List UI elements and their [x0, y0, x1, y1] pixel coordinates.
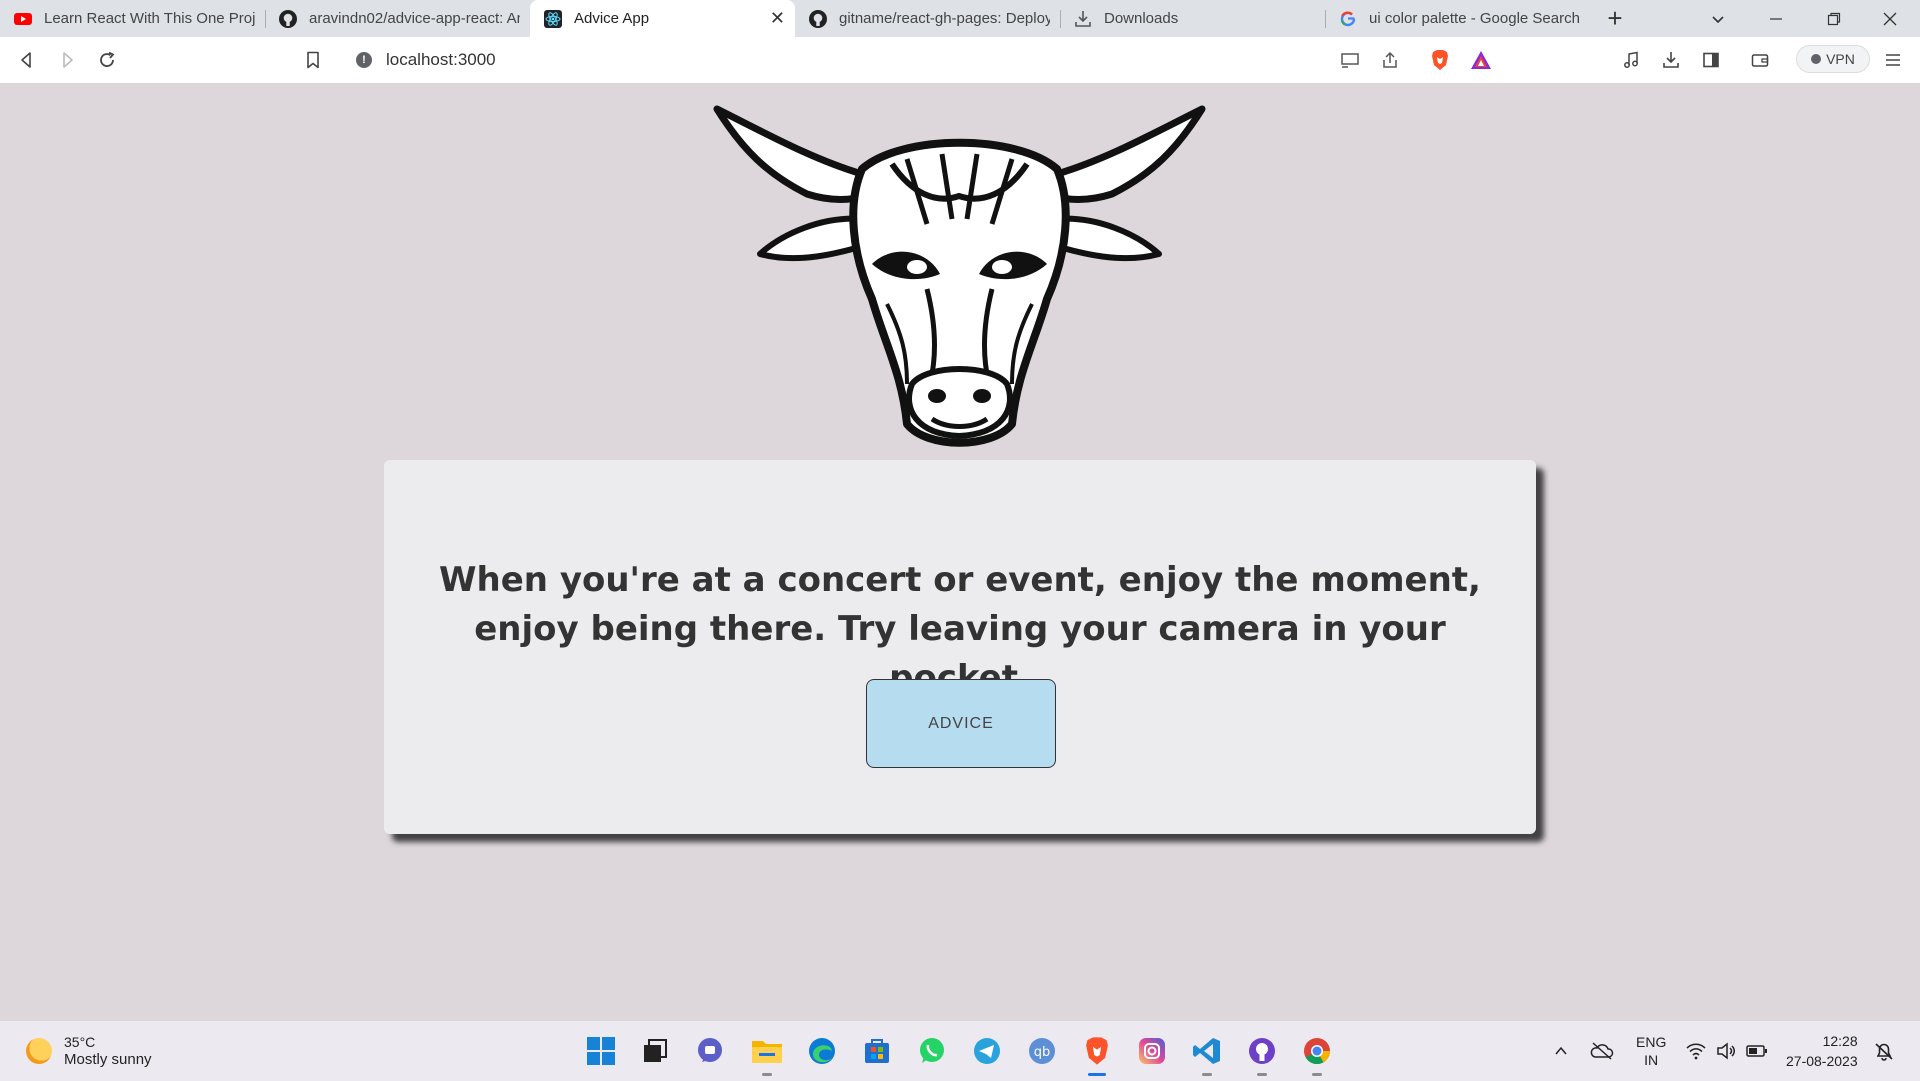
start-icon[interactable]	[582, 1032, 620, 1070]
task-view-icon[interactable]	[636, 1032, 674, 1070]
address-bar[interactable]: ! localhost:3000	[342, 42, 1502, 78]
language-indicator[interactable]: ENG IN	[1636, 1021, 1666, 1081]
svg-text:qb: qb	[1034, 1045, 1051, 1060]
cast-icon[interactable]	[1337, 47, 1363, 73]
tab-title: ui color palette - Google Search	[1369, 10, 1580, 27]
browser-toolbar: ! localhost:3000 VPN	[0, 37, 1920, 84]
youtube-icon	[14, 12, 32, 25]
running-indicator	[1257, 1073, 1267, 1076]
tab-title: Learn React With This One Project	[44, 10, 255, 27]
running-indicator	[762, 1073, 772, 1076]
tray-overflow-icon[interactable]	[1553, 1021, 1569, 1081]
close-tab-icon[interactable]: ✕	[770, 8, 785, 29]
file-explorer-icon[interactable]	[748, 1032, 786, 1076]
vscode-icon[interactable]	[1188, 1032, 1226, 1076]
language-code: ENG	[1636, 1034, 1667, 1050]
tab-title: Downloads	[1104, 10, 1179, 27]
menu-icon[interactable]	[1880, 47, 1906, 73]
google-icon	[1340, 11, 1356, 26]
back-icon[interactable]	[14, 47, 40, 73]
running-indicator	[1312, 1073, 1322, 1076]
bookmark-icon[interactable]	[300, 47, 326, 73]
wallet-icon[interactable]	[1747, 47, 1773, 73]
weather-widget[interactable]: 35°C Mostly sunny	[26, 1033, 152, 1069]
share-icon[interactable]	[1377, 47, 1403, 73]
url-text: localhost:3000	[386, 50, 496, 69]
sidebar-icon[interactable]	[1698, 47, 1724, 73]
new-tab-button[interactable]: +	[1590, 0, 1640, 37]
tab-search-chevron-icon[interactable]	[1690, 0, 1746, 37]
forward-icon[interactable]	[54, 47, 80, 73]
minimize-icon[interactable]	[1748, 0, 1804, 37]
tab-advice-app[interactable]: Advice App ✕	[530, 0, 795, 37]
tab-strip: Learn React With This One Project aravin…	[0, 0, 1920, 37]
vpn-status-icon	[1811, 54, 1822, 64]
tab-learn-react[interactable]: Learn React With This One Project	[0, 0, 265, 37]
qbittorrent-icon[interactable]: qb	[1023, 1032, 1061, 1070]
telegram-icon[interactable]	[968, 1032, 1006, 1070]
github-icon	[279, 9, 297, 28]
restore-icon[interactable]	[1806, 0, 1862, 37]
github-desktop-icon[interactable]	[1243, 1032, 1281, 1076]
tab-title: gitname/react-gh-pages: Deploy	[839, 10, 1050, 27]
tab-google-search[interactable]: ui color palette - Google Search	[1325, 0, 1590, 37]
tab-gh-pages[interactable]: gitname/react-gh-pages: Deploy	[795, 0, 1060, 37]
tab-title: aravindn02/advice-app-react: An	[309, 10, 520, 27]
vpn-button[interactable]: VPN	[1796, 45, 1870, 73]
weather-desc: Mostly sunny	[64, 1051, 152, 1068]
chrome-icon[interactable]	[1298, 1032, 1336, 1076]
site-info-icon[interactable]: !	[356, 52, 372, 68]
weather-temp: 35°C	[64, 1034, 96, 1050]
tab-title: Advice App	[574, 10, 650, 27]
ms-store-icon[interactable]	[858, 1032, 896, 1070]
edge-icon[interactable]	[803, 1032, 841, 1070]
vpn-label: VPN	[1826, 51, 1855, 67]
whatsapp-icon[interactable]	[913, 1032, 951, 1070]
close-window-icon[interactable]	[1862, 0, 1918, 37]
tab-downloads[interactable]: Downloads	[1060, 0, 1325, 37]
github-icon	[809, 9, 827, 28]
active-app-indicator	[1088, 1073, 1106, 1076]
download-icon	[1075, 10, 1091, 27]
brave-rewards-icon[interactable]	[1468, 47, 1494, 73]
volume-icon[interactable]	[1716, 1021, 1736, 1081]
brave-shields-icon[interactable]	[1427, 47, 1453, 73]
wifi-icon[interactable]	[1686, 1021, 1706, 1081]
page-content: When you're at a concert or event, enjoy…	[0, 84, 1920, 1020]
advice-button[interactable]: ADVICE	[866, 679, 1056, 768]
instagram-icon[interactable]	[1133, 1032, 1171, 1070]
clock-time: 12:28	[1822, 1033, 1858, 1049]
battery-icon[interactable]	[1746, 1021, 1768, 1081]
media-icon[interactable]	[1618, 47, 1644, 73]
teams-chat-icon[interactable]	[691, 1032, 729, 1070]
weather-sun-icon	[26, 1038, 52, 1064]
clock[interactable]: 12:28 27-08-2023	[1786, 1021, 1858, 1081]
react-icon	[544, 9, 562, 28]
running-indicator	[1202, 1073, 1212, 1076]
tab-github-advice-app[interactable]: aravindn02/advice-app-react: An	[265, 0, 530, 37]
bull-head-logo	[713, 105, 1206, 447]
advice-card: When you're at a concert or event, enjoy…	[384, 460, 1536, 834]
language-region: IN	[1644, 1052, 1659, 1068]
brave-browser-icon[interactable]	[1078, 1032, 1116, 1076]
clock-date: 27-08-2023	[1786, 1053, 1858, 1069]
reload-icon[interactable]	[94, 47, 120, 73]
windows-taskbar: 35°C Mostly sunny qb ENG IN 12:28 27-08-…	[0, 1020, 1920, 1081]
onedrive-offline-icon[interactable]	[1590, 1021, 1614, 1081]
downloads-icon[interactable]	[1658, 47, 1684, 73]
notifications-bell-icon[interactable]	[1874, 1021, 1894, 1081]
plus-icon: +	[1607, 3, 1623, 33]
